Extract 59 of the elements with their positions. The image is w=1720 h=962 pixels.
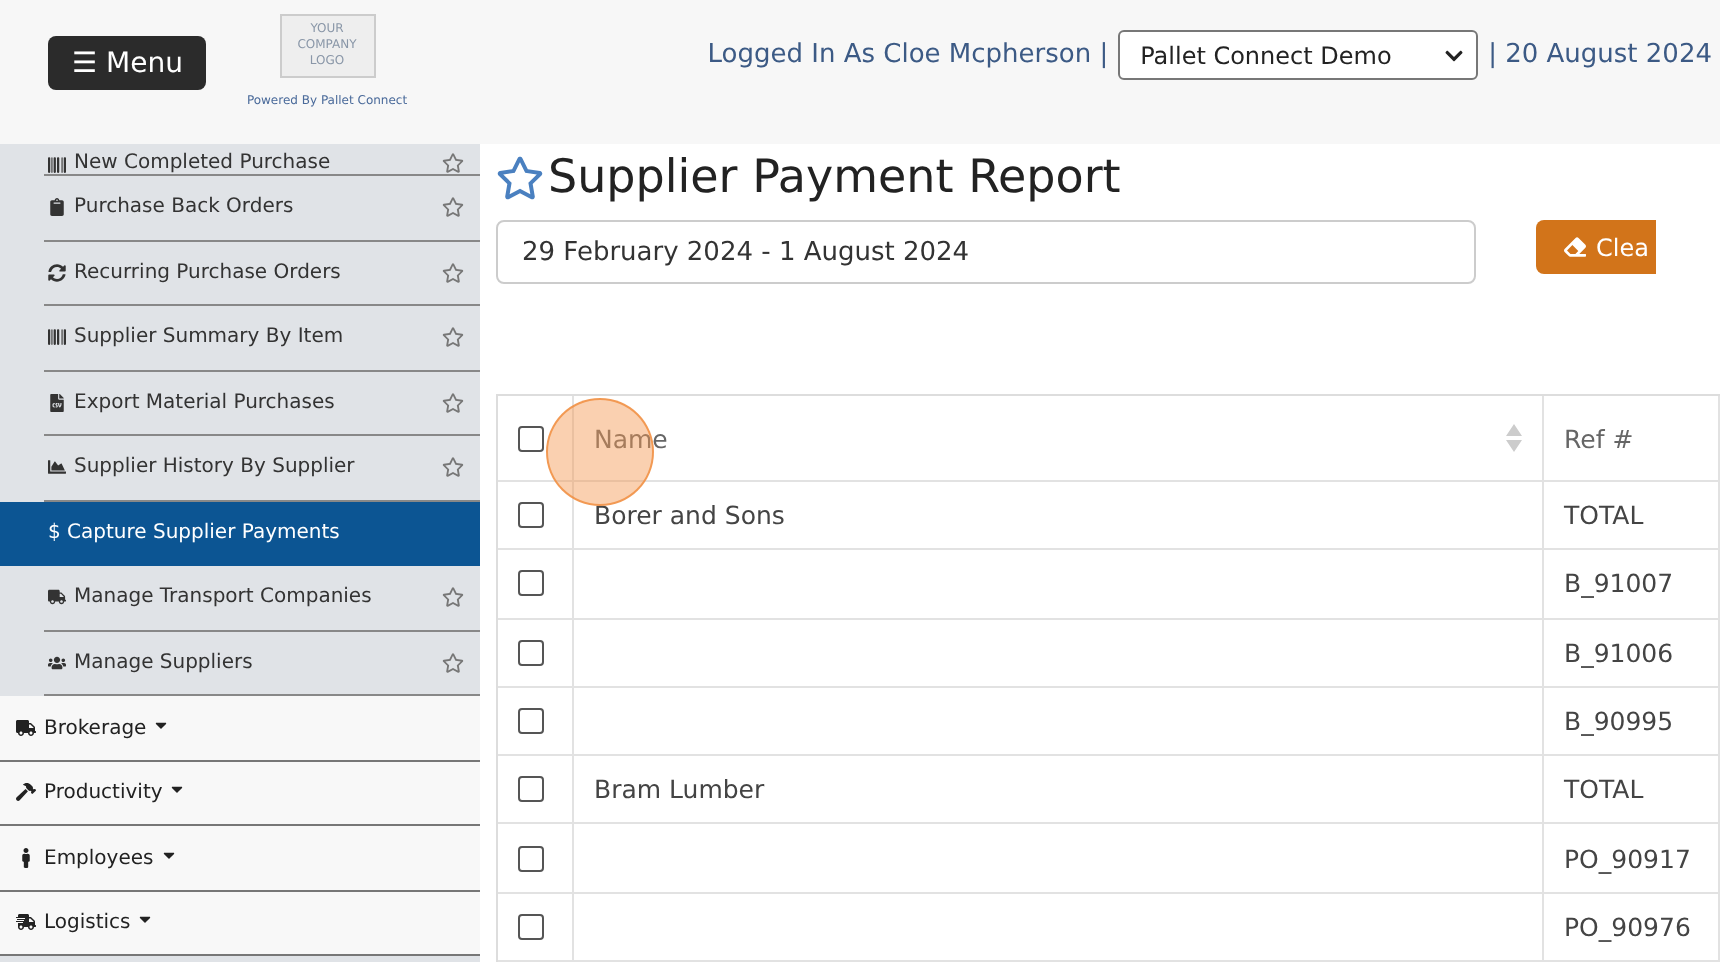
star-icon[interactable] <box>442 586 464 609</box>
star-icon[interactable] <box>442 391 464 414</box>
sidebar-item[interactable]: Supplier Summary By Item <box>44 306 480 371</box>
sidebar-section[interactable]: Brokerage <box>0 696 480 761</box>
star-icon[interactable] <box>496 154 544 202</box>
sidebar-item[interactable]: Export Material Purchases <box>44 371 480 436</box>
star-icon[interactable] <box>442 326 464 349</box>
section-icon <box>16 717 36 738</box>
table-cell: B_91006 <box>1544 619 1720 688</box>
eraser-icon <box>1564 236 1586 258</box>
star-icon[interactable] <box>442 261 464 284</box>
checkbox[interactable] <box>518 913 544 940</box>
star-icon[interactable] <box>442 651 464 674</box>
item-icon <box>48 458 66 477</box>
date-range-field[interactable]: 29 February 2024 - 1 August 2024 <box>496 220 1476 284</box>
table-cell: Borer and Sons <box>574 482 1544 551</box>
checkbox[interactable] <box>518 639 544 666</box>
star-icon[interactable] <box>442 456 464 479</box>
table-cell: B_90995 <box>1544 687 1720 757</box>
checkbox[interactable] <box>518 708 544 735</box>
sidebar-item[interactable]: Recurring Purchase Orders <box>44 241 480 306</box>
table-cell: PO_90976 <box>1544 893 1720 962</box>
item-icon <box>48 393 66 412</box>
section-icon <box>16 912 36 933</box>
item-icon <box>48 263 66 282</box>
item-icon <box>48 588 66 607</box>
sidebar-item[interactable]: Manage Transport Companies <box>44 566 480 631</box>
item-icon <box>48 653 66 672</box>
logged-in-text: Logged In As Cloe Mcpherson | <box>707 40 1109 70</box>
sidebar-section[interactable]: Productivity <box>0 761 480 826</box>
table-cell: TOTAL <box>1544 756 1720 825</box>
checkbox[interactable] <box>518 425 544 451</box>
sort-icon <box>1506 424 1522 452</box>
sidebar-item[interactable]: $ Capture Supplier Payments <box>0 501 480 566</box>
table-cell: PO_90917 <box>1544 824 1720 894</box>
table-cell: TOTAL <box>1544 482 1720 551</box>
checkbox[interactable] <box>518 502 544 529</box>
section-icon <box>16 847 36 868</box>
sidebar-item[interactable]: Purchase Back Orders <box>44 176 480 241</box>
page-title: Supplier Payment Report <box>548 152 1121 204</box>
item-icon <box>48 156 66 174</box>
sidebar-section[interactable]: Employees <box>0 826 480 891</box>
table-cell: B_91007 <box>1544 550 1720 620</box>
chevron-icon <box>1444 45 1465 65</box>
date-text: | 20 August 2024 <box>1488 40 1712 70</box>
column-header[interactable]: Ref # <box>1544 396 1720 482</box>
item-icon <box>48 198 66 217</box>
company-select[interactable]: Pallet Connect Demo <box>1118 30 1479 80</box>
checkbox[interactable] <box>518 776 544 803</box>
item-icon <box>48 328 66 347</box>
sidebar-item[interactable]: New Completed Purchase <box>44 144 480 176</box>
sidebar-section[interactable]: Logistics <box>0 891 480 956</box>
star-icon[interactable] <box>442 152 464 174</box>
checkbox[interactable] <box>518 570 544 597</box>
star-icon[interactable] <box>442 196 464 219</box>
checkbox[interactable] <box>518 845 544 872</box>
table-cell: Bram Lumber <box>574 756 1544 825</box>
menu-button[interactable]: ☰ Menu <box>48 36 207 90</box>
section-icon <box>16 782 36 803</box>
